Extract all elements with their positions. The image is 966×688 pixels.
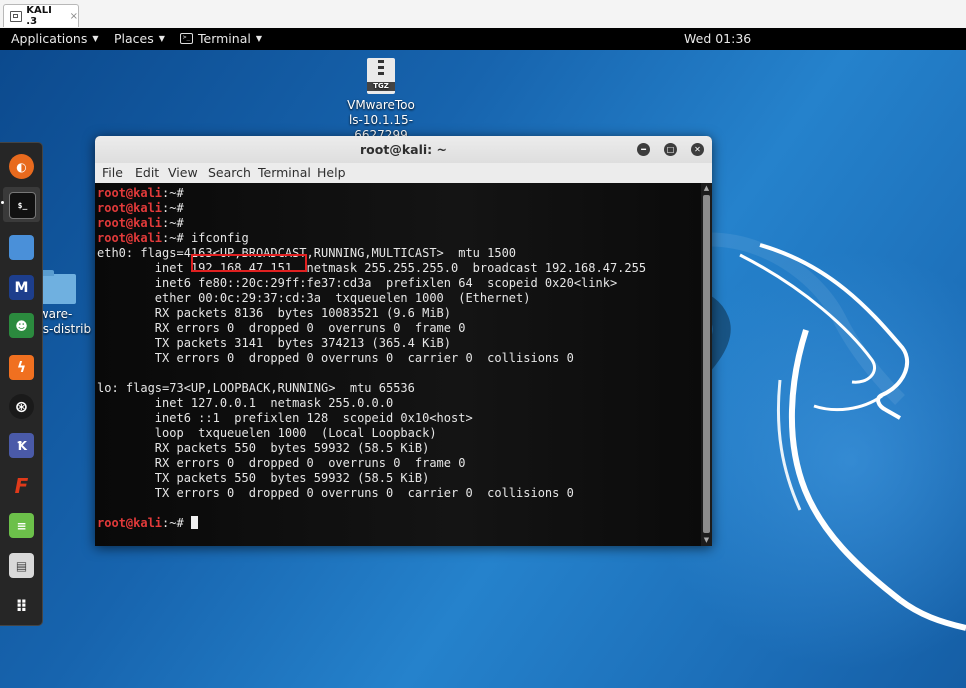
terminal-window: root@kali: ~ ━ □ ✕ File Edit View Search…: [95, 136, 712, 546]
beef-icon[interactable]: Ꝁ: [9, 433, 34, 458]
archive-icon: TGZ: [367, 58, 395, 94]
armitage-icon[interactable]: ☻: [9, 313, 34, 338]
applications-menu[interactable]: Applications ▼: [11, 31, 99, 46]
vm-tab[interactable]: KALI .3 ×: [3, 4, 79, 27]
ip-highlight-box: [191, 254, 307, 272]
vmwaretools-archive-icon[interactable]: TGZ VMwareToo ls-10.1.15- 6627299: [344, 58, 418, 143]
files-icon[interactable]: [9, 235, 34, 260]
folder-icon: [40, 270, 76, 304]
output-line: inet 127.0.0.1 netmask 255.0.0.0: [97, 396, 394, 410]
output-line: lo: flags=73<UP,LOOPBACK,RUNNING> mtu 65…: [97, 381, 415, 395]
minimize-button[interactable]: ━: [637, 143, 650, 156]
window-title: root@kali: ~: [360, 142, 447, 157]
menu-help[interactable]: Help: [317, 165, 346, 180]
leafpad-icon[interactable]: ≡: [9, 513, 34, 538]
menu-search[interactable]: Search: [208, 165, 251, 180]
menu-terminal[interactable]: Terminal: [258, 165, 311, 180]
output-line-inet: inet 192.168.47.151 netmask 255.255.255.…: [97, 261, 647, 275]
output-line: RX packets 550 bytes 59932 (58.5 KiB): [97, 441, 430, 455]
terminal-app-label: Terminal: [198, 31, 251, 46]
applications-label: Applications: [11, 31, 88, 46]
chevron-down-icon: ▼: [158, 34, 165, 43]
running-dot: [1, 201, 4, 204]
output-line: ether 00:0c:29:37:cd:3a txqueuelen 1000 …: [97, 291, 531, 305]
terminal-output[interactable]: root@kali:~# root@kali:~# root@kali:~# r…: [95, 183, 701, 546]
terminal-app-menu[interactable]: >_ Terminal ▼: [180, 31, 262, 46]
show-apps-icon[interactable]: ⠿: [9, 594, 34, 619]
vm-tab-label: KALI .3: [26, 5, 52, 27]
vm-icon: [10, 10, 23, 22]
command-text: ifconfig: [183, 231, 249, 245]
output-line: TX packets 3141 bytes 374213 (365.4 KiB): [97, 336, 452, 350]
maximize-button[interactable]: □: [664, 143, 677, 156]
menu-file[interactable]: File: [102, 165, 123, 180]
close-icon[interactable]: ×: [70, 11, 78, 22]
tgz-badge: TGZ: [367, 82, 395, 91]
chevron-down-icon: ▼: [255, 34, 262, 43]
firefox-icon[interactable]: ◐: [9, 154, 34, 179]
maltego-icon[interactable]: ⊛: [9, 394, 34, 419]
prompt: root@kali: [97, 216, 163, 230]
scroll-up-arrow-icon[interactable]: ▲: [702, 184, 711, 193]
output-line: TX errors 0 dropped 0 overruns 0 carrier…: [97, 486, 574, 500]
top-bar: Applications ▼ Places ▼ >_ Terminal ▼ Wed 01…: [0, 28, 966, 50]
output-line: TX errors 0 dropped 0 overruns 0 carrier…: [97, 351, 574, 365]
faraday-icon[interactable]: F: [9, 473, 34, 498]
window-titlebar[interactable]: root@kali: ~ ━ □ ✕: [95, 136, 712, 164]
chevron-down-icon: ▼: [92, 34, 99, 43]
dock: ◐ $_ M ☻ ϟ ⊛ Ꝁ F ≡ ▤ ⠿: [0, 142, 43, 626]
prompt: root@kali: [97, 516, 163, 530]
output-line: inet6 fe80::20c:29ff:fe37:cd3a prefixlen…: [97, 276, 618, 290]
menu-edit[interactable]: Edit: [135, 165, 159, 180]
prompt: root@kali: [97, 186, 163, 200]
clock[interactable]: Wed 01:36: [684, 31, 751, 46]
burpsuite-icon[interactable]: ϟ: [9, 355, 34, 380]
places-menu[interactable]: Places ▼: [114, 31, 165, 46]
output-line: inet6 ::1 prefixlen 128 scopeid 0x10<hos…: [97, 411, 473, 425]
scrollbar-thumb[interactable]: [703, 195, 710, 533]
cutycapt-icon[interactable]: ▤: [9, 553, 34, 578]
output-line: RX errors 0 dropped 0 overruns 0 frame 0: [97, 321, 466, 335]
places-label: Places: [114, 31, 154, 46]
terminal-scrollbar[interactable]: ▲ ▼: [701, 183, 712, 546]
terminal-text: root@kali:~# root@kali:~# root@kali:~# r…: [97, 186, 647, 530]
scroll-down-arrow-icon[interactable]: ▼: [702, 536, 711, 545]
prompt: root@kali: [97, 201, 163, 215]
close-button[interactable]: ✕: [691, 143, 704, 156]
metasploit-icon[interactable]: M: [9, 275, 34, 300]
vm-tab-strip: KALI .3 ×: [0, 0, 966, 29]
terminal-icon: >_: [180, 33, 193, 44]
prompt: root@kali: [97, 231, 163, 245]
output-line: TX packets 550 bytes 59932 (58.5 KiB): [97, 471, 430, 485]
output-line: RX packets 8136 bytes 10083521 (9.6 MiB): [97, 306, 452, 320]
output-line: RX errors 0 dropped 0 overruns 0 frame 0: [97, 456, 466, 470]
terminal-icon[interactable]: $_: [9, 192, 36, 219]
menu-view[interactable]: View: [168, 165, 198, 180]
terminal-menubar: File Edit View Search Terminal Help: [95, 163, 712, 183]
text-cursor: [190, 516, 198, 529]
output-line: loop txqueuelen 1000 (Local Loopback): [97, 426, 437, 440]
